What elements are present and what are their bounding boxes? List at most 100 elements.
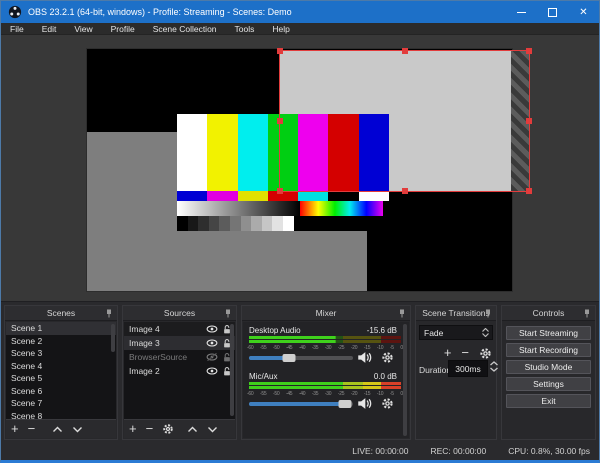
source-list-item[interactable]: Image 3: [124, 336, 235, 350]
mixer-scrollbar[interactable]: [403, 324, 407, 436]
scene-list-item[interactable]: Scene 1: [6, 322, 116, 335]
visibility-eye-off-icon[interactable]: [206, 352, 218, 362]
source-list-item[interactable]: BrowserSource: [124, 350, 235, 364]
remove-source-button[interactable]: −: [146, 419, 154, 438]
mixer-panel-title: Mixer: [315, 308, 337, 318]
dock-pin-icon[interactable]: [224, 309, 232, 318]
controls-panel: Controls Start Streaming Start Recording…: [501, 305, 596, 440]
mixer-panel-titlebar[interactable]: Mixer: [242, 306, 410, 321]
titlebar[interactable]: OBS 23.2.1 (64-bit, windows) - Profile: …: [1, 1, 599, 23]
visibility-eye-icon[interactable]: [206, 324, 218, 334]
menubar: File Edit View Profile Scene Collection …: [1, 23, 599, 35]
channel-settings-gear-icon[interactable]: [381, 351, 394, 364]
scenes-panel-titlebar[interactable]: Scenes: [5, 306, 117, 321]
resize-handle-top-left[interactable]: [277, 48, 283, 54]
settings-button[interactable]: Settings: [506, 377, 591, 391]
resize-handle-bottom-right[interactable]: [526, 188, 532, 194]
resize-handle-bottom-center[interactable]: [401, 188, 408, 194]
studio-mode-button[interactable]: Studio Mode: [506, 360, 591, 374]
scene-list-item[interactable]: Scene 2: [6, 335, 116, 348]
combo-spinner-icons[interactable]: [482, 328, 492, 337]
source-name: Image 3: [129, 338, 160, 348]
start-streaming-button[interactable]: Start Streaming: [506, 326, 591, 340]
source-list-item[interactable]: Image 2: [124, 364, 235, 378]
close-button[interactable]: ✕: [568, 1, 599, 23]
volume-meter: [249, 336, 401, 344]
visibility-eye-icon[interactable]: [206, 366, 218, 376]
mixer-panel: Mixer Desktop Audio -15.6 dB -60 -55 -50 -4…: [241, 305, 411, 440]
speaker-icon[interactable]: [357, 351, 372, 364]
menu-scene-collection[interactable]: Scene Collection: [144, 23, 226, 35]
transition-properties-gear-icon[interactable]: [479, 347, 492, 360]
move-scene-up-button[interactable]: [52, 426, 63, 433]
scene-list-item[interactable]: Scene 7: [6, 397, 116, 410]
transition-select[interactable]: Fade: [419, 325, 493, 340]
sources-panel: Sources Image 4 Image 3 BrowserSource Im…: [122, 305, 237, 440]
menu-edit[interactable]: Edit: [33, 23, 66, 35]
selection-bounding-box[interactable]: [277, 48, 532, 194]
duration-input[interactable]: 300ms: [448, 360, 488, 377]
source-properties-gear-icon[interactable]: [162, 423, 174, 435]
source-name: BrowserSource: [129, 352, 188, 362]
resize-handle-top-right[interactable]: [526, 48, 532, 54]
move-source-up-button[interactable]: [187, 426, 198, 433]
channel-name: Desktop Audio: [249, 326, 301, 335]
testcard-small-bars-row: [177, 191, 389, 201]
scene-list-item[interactable]: Scene 8: [6, 410, 116, 420]
menu-view[interactable]: View: [65, 23, 101, 35]
duration-spinner-icons[interactable]: [490, 361, 501, 372]
visibility-eye-icon[interactable]: [206, 338, 218, 348]
menu-help[interactable]: Help: [263, 23, 298, 35]
maximize-button[interactable]: [537, 1, 568, 23]
scene-list-item[interactable]: Scene 6: [6, 385, 116, 398]
dock-pin-icon[interactable]: [583, 309, 591, 318]
volume-slider[interactable]: [249, 353, 353, 363]
move-scene-down-button[interactable]: [72, 426, 83, 433]
cpu-fps-status: CPU: 0.8%, 30.00 fps: [508, 446, 590, 456]
scene-transitions-panel: Scene Transitions Fade + − Duration 300m…: [415, 305, 498, 440]
volume-slider[interactable]: [249, 399, 353, 409]
obs-window: OBS 23.2.1 (64-bit, windows) - Profile: …: [0, 0, 600, 463]
dock-pin-icon[interactable]: [105, 309, 113, 318]
start-recording-button[interactable]: Start Recording: [506, 343, 591, 357]
menu-tools[interactable]: Tools: [226, 23, 264, 35]
remove-scene-button[interactable]: −: [28, 419, 36, 438]
source-name: Image 2: [129, 366, 160, 376]
scene-list-item[interactable]: Scene 3: [6, 347, 116, 360]
resize-handle-mid-left[interactable]: [277, 118, 283, 124]
menu-profile[interactable]: Profile: [102, 23, 144, 35]
dock-pin-icon[interactable]: [484, 309, 492, 318]
sources-panel-title: Sources: [163, 308, 196, 318]
add-scene-button[interactable]: +: [11, 419, 19, 438]
transitions-panel-titlebar[interactable]: Scene Transitions: [416, 306, 496, 321]
channel-level-db: -15.6 dB: [366, 326, 397, 335]
scenes-list[interactable]: Scene 1 Scene 2 Scene 3 Scene 4 Scene 5 …: [6, 322, 116, 419]
resize-handle-top-center[interactable]: [401, 48, 408, 54]
speaker-icon[interactable]: [357, 397, 372, 410]
sources-scrollbar[interactable]: [230, 324, 234, 416]
sources-list[interactable]: Image 4 Image 3 BrowserSource Image 2: [124, 322, 235, 419]
add-source-button[interactable]: +: [129, 419, 137, 438]
testcard-steps-row: [177, 216, 389, 231]
scenes-scrollbar[interactable]: [111, 324, 115, 352]
dock-pin-icon[interactable]: [398, 309, 406, 318]
meter-tick-labels: -60 -55 -50 -45 -40 -35 -30 -25 -20 -15 -10 -5 0: [247, 345, 403, 351]
window-title: OBS 23.2.1 (64-bit, windows) - Profile: …: [28, 7, 292, 17]
resize-handle-bottom-left[interactable]: [277, 188, 283, 194]
scene-list-item[interactable]: Scene 5: [6, 372, 116, 385]
testcard-gradient-row: [177, 201, 389, 216]
scenes-toolbar: + −: [6, 419, 116, 438]
menu-file[interactable]: File: [1, 23, 33, 35]
exit-button[interactable]: Exit: [506, 394, 591, 408]
status-bar: LIVE: 00:00:00 REC: 00:00:00 CPU: 0.8%, …: [1, 442, 599, 460]
channel-settings-gear-icon[interactable]: [381, 397, 394, 410]
sources-panel-titlebar[interactable]: Sources: [123, 306, 236, 321]
scene-list-item[interactable]: Scene 4: [6, 360, 116, 373]
transition-selected-value: Fade: [424, 327, 444, 338]
minimize-button[interactable]: [506, 1, 537, 23]
move-source-down-button[interactable]: [207, 426, 218, 433]
preview-area[interactable]: [1, 35, 599, 301]
source-list-item[interactable]: Image 4: [124, 322, 235, 336]
resize-handle-mid-right[interactable]: [526, 118, 532, 124]
controls-panel-titlebar[interactable]: Controls: [502, 306, 595, 321]
